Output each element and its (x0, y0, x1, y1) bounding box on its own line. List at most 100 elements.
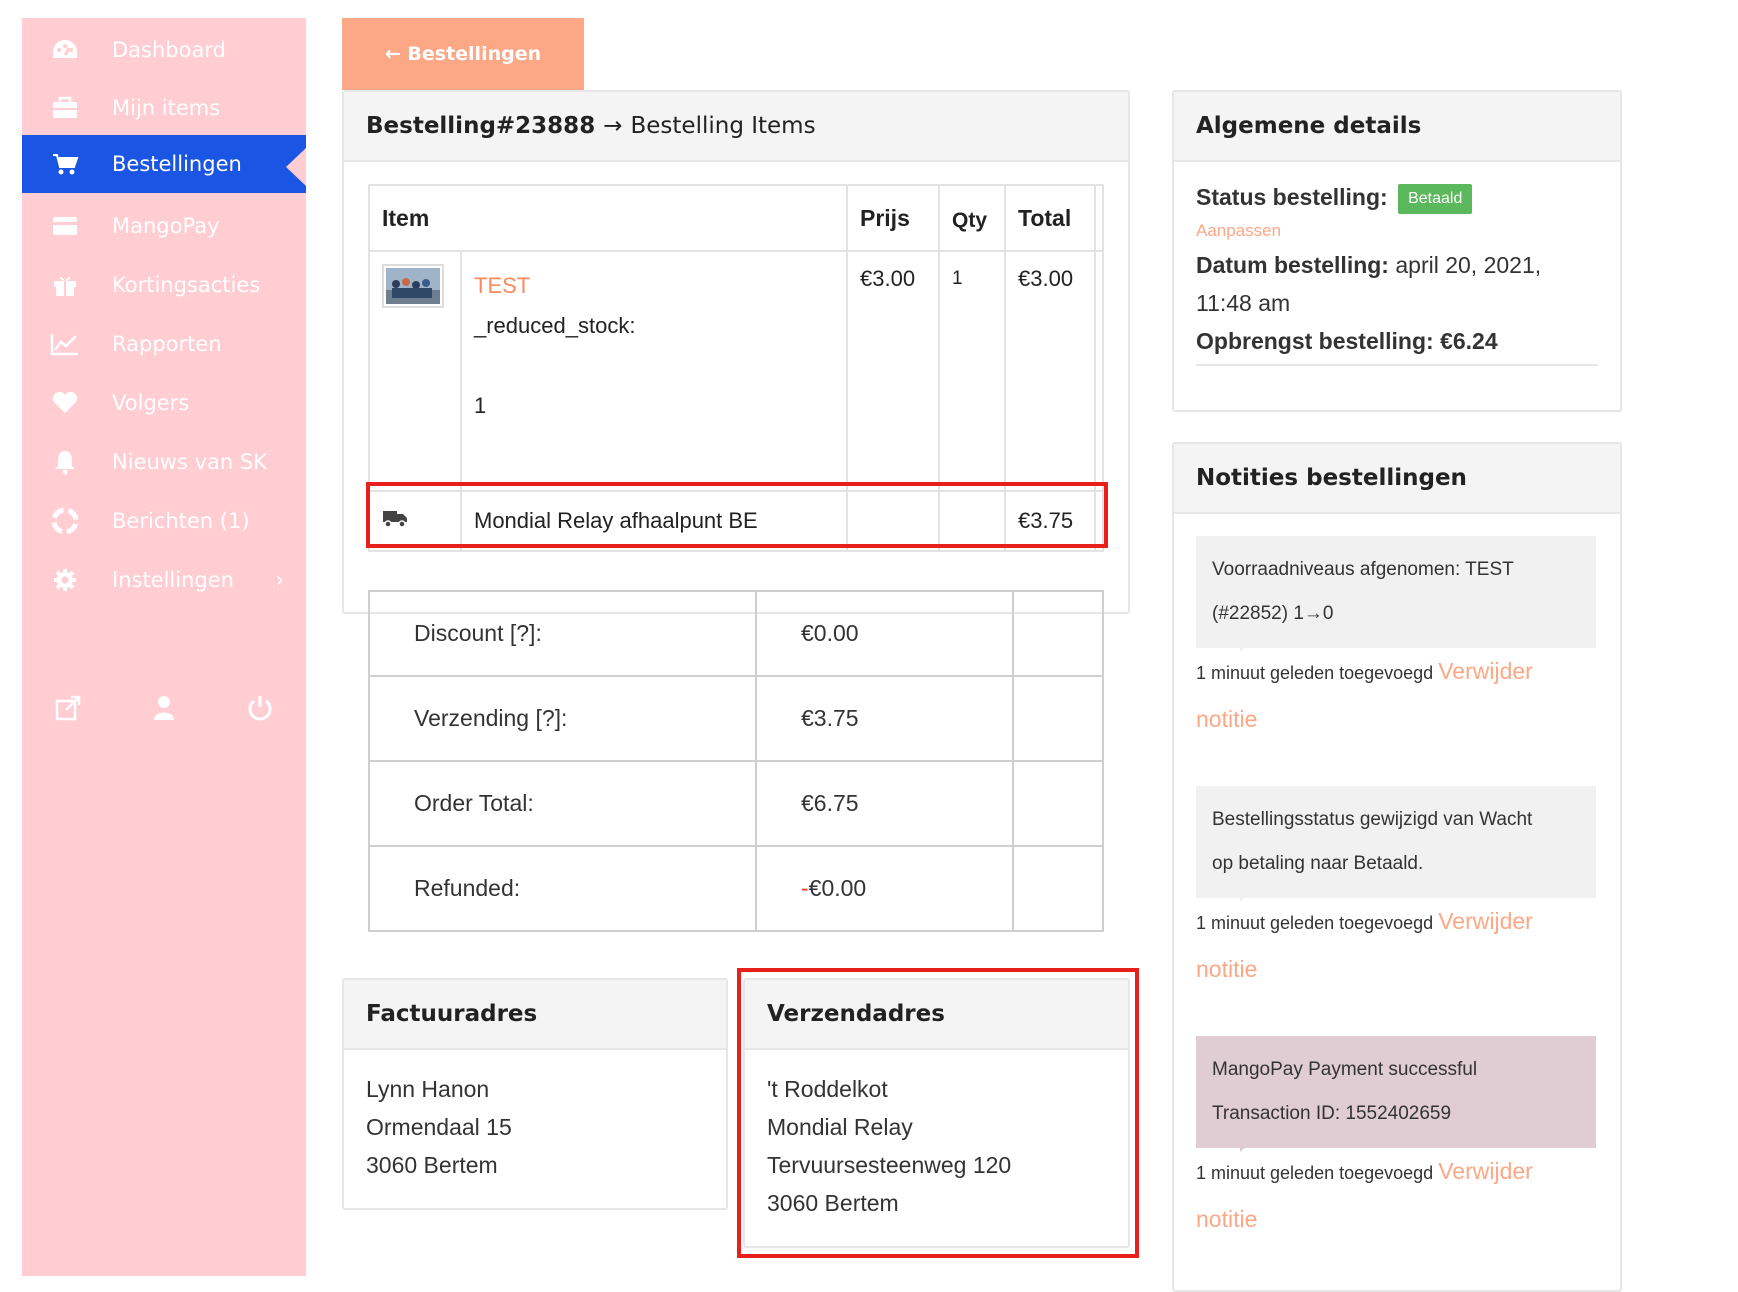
address-line: Tervuursesteenweg 120 (767, 1152, 1012, 1178)
note-text-line: op betaling naar Betaald. (1212, 853, 1424, 874)
note-meta: 1 minuut geleden toegevoegd Verwijder no… (1196, 648, 1606, 744)
bell-icon (48, 448, 82, 476)
sidebar-footer (22, 690, 306, 730)
chevron-right-icon: › (275, 567, 284, 593)
address-line: Ormendaal 15 (366, 1114, 512, 1140)
general-details-body: Status bestelling: Betaald Aanpassen Dat… (1174, 162, 1620, 366)
billing-address-panel: Factuuradres Lynn Hanon Ormendaal 15 306… (342, 978, 728, 1210)
delete-note-link[interactable]: notitie (1196, 706, 1257, 732)
totals-label: Order Total: (368, 760, 757, 847)
truck-icon (382, 508, 408, 533)
item-meta-value: 1 (474, 393, 487, 418)
order-totals-table: Discount [?]: €0.00 Verzending [?]: €3.7… (368, 590, 1104, 932)
shipping-price-cell (846, 490, 940, 552)
sidebar: Dashboard Mijn items Bestellingen MangoP… (22, 18, 306, 1276)
shipping-address-panel: Verzendadres 't Roddelkot Mondial Relay … (743, 978, 1130, 1248)
address-line: Lynn Hanon (366, 1076, 490, 1102)
address-line: 3060 Bertem (366, 1152, 498, 1178)
sidebar-item-dashboard[interactable]: Dashboard (22, 18, 306, 82)
order-panel-subtitle: Bestelling Items (630, 113, 816, 139)
note-timestamp: 1 minuut geleden toegevoegd (1196, 913, 1434, 933)
shipping-address-heading: Verzendadres (745, 980, 1128, 1050)
revenue-row: Opbrengst bestelling: €6.24 (1196, 322, 1598, 366)
sidebar-item-mangopay[interactable]: MangoPay (22, 194, 306, 258)
item-qty: 1 (938, 250, 1006, 492)
date-value: april 20, 2021, (1395, 252, 1542, 278)
item-meta-key: _reduced_stock: (474, 313, 636, 338)
totals-value-refunded: -€0.00 (755, 845, 1014, 932)
sidebar-item-mijn-items[interactable]: Mijn items (22, 76, 306, 140)
refund-amount: €0.00 (808, 875, 867, 901)
date-row: Datum bestelling: april 20, 2021, (1196, 246, 1598, 284)
delete-note-link[interactable]: notitie (1196, 956, 1257, 982)
arrow-icon: → (603, 113, 623, 139)
delete-note-link[interactable]: Verwijder (1438, 1158, 1533, 1184)
billing-address-body: Lynn Hanon Ormendaal 15 3060 Bertem (344, 1050, 726, 1204)
totals-extra (1012, 845, 1104, 932)
sidebar-item-label: Berichten (1) (112, 509, 250, 533)
order-number: Bestelling#23888 (366, 113, 596, 139)
item-thumbnail-cell (368, 250, 462, 492)
user-icon[interactable] (146, 690, 182, 726)
totals-row: Verzending [?]: €3.75 (368, 675, 1104, 762)
note-meta: 1 minuut geleden toegevoegd Verwijder no… (1196, 1148, 1606, 1244)
totals-value: €6.75 (755, 760, 1014, 847)
shipping-qty-cell (938, 490, 1006, 552)
product-thumbnail[interactable] (382, 264, 444, 308)
column-header-qty: Qty (938, 184, 1006, 252)
general-details-heading: Algemene details (1174, 92, 1620, 162)
edit-status-link[interactable]: Aanpassen (1196, 216, 1598, 246)
delete-note-link[interactable]: Verwijder (1438, 658, 1533, 684)
power-icon[interactable] (242, 690, 278, 726)
sidebar-item-kortingsacties[interactable]: Kortingsacties (22, 253, 306, 317)
totals-row: Refunded: -€0.00 (368, 845, 1104, 932)
general-details-title: Algemene details (1196, 113, 1422, 139)
table-row: TEST _reduced_stock: 1 €3.00 1 €3.00 (368, 250, 1104, 492)
sidebar-item-volgers[interactable]: Volgers (22, 371, 306, 435)
note-text-line: Transaction ID: 1552402659 (1212, 1103, 1452, 1124)
column-header-total: Total (1004, 184, 1096, 252)
time-value: 11:48 am (1196, 290, 1291, 316)
sidebar-item-nieuws[interactable]: Nieuws van SK (22, 430, 306, 494)
shipping-row: Mondial Relay afhaalpunt BE €3.75 (368, 490, 1104, 552)
shipping-icon-cell (368, 490, 462, 552)
totals-value: €0.00 (755, 590, 1014, 677)
sidebar-item-rapporten[interactable]: Rapporten (22, 312, 306, 376)
gear-icon (48, 566, 82, 594)
sidebar-item-label: Bestellingen (112, 152, 242, 176)
refund-prefix: - (801, 875, 809, 901)
status-label: Status bestelling: (1196, 184, 1388, 210)
cart-icon (48, 150, 82, 178)
delete-note-link[interactable]: notitie (1196, 1206, 1257, 1232)
sidebar-item-berichten[interactable]: Berichten (1) (22, 489, 306, 553)
sidebar-item-bestellingen[interactable]: Bestellingen (22, 135, 306, 193)
general-details-panel: Algemene details Status bestelling: Beta… (1172, 90, 1622, 412)
note-text-line: MangoPay Payment successful (1212, 1059, 1478, 1080)
shipping-method-label: Mondial Relay afhaalpunt BE (460, 490, 848, 552)
totals-label: Verzending [?]: (368, 675, 757, 762)
item-actions-cell (1094, 250, 1104, 492)
note-meta: 1 minuut geleden toegevoegd Verwijder no… (1196, 898, 1606, 994)
sidebar-item-label: MangoPay (112, 214, 220, 238)
column-header-prijs: Prijs (846, 184, 940, 252)
note-text-line: (#22852) 1→0 (1212, 603, 1334, 624)
item-total: €3.00 (1004, 250, 1096, 492)
chart-icon (48, 330, 82, 358)
sidebar-item-instellingen[interactable]: Instellingen › (22, 548, 306, 612)
column-header-actions (1094, 184, 1104, 252)
product-link[interactable]: TEST (474, 266, 834, 306)
note-text-line: Voorraadniveaus afgenomen: TEST (1212, 559, 1514, 580)
date-label: Datum bestelling: (1196, 252, 1389, 278)
address-line: Mondial Relay (767, 1114, 913, 1140)
column-header-item: Item (368, 184, 848, 252)
external-link-icon[interactable] (50, 690, 86, 726)
order-items-table: Item Prijs Qty Total TEST _reduced_stock… (368, 184, 1104, 552)
revenue-value: €6.24 (1440, 328, 1498, 354)
delete-note-link[interactable]: Verwijder (1438, 908, 1533, 934)
sidebar-item-label: Rapporten (112, 332, 222, 356)
sidebar-item-label: Instellingen (112, 568, 234, 592)
back-to-orders-button[interactable]: ← Bestellingen (342, 18, 584, 90)
gift-icon (48, 271, 82, 299)
sidebar-item-label: Mijn items (112, 96, 221, 120)
heart-icon (48, 389, 82, 417)
